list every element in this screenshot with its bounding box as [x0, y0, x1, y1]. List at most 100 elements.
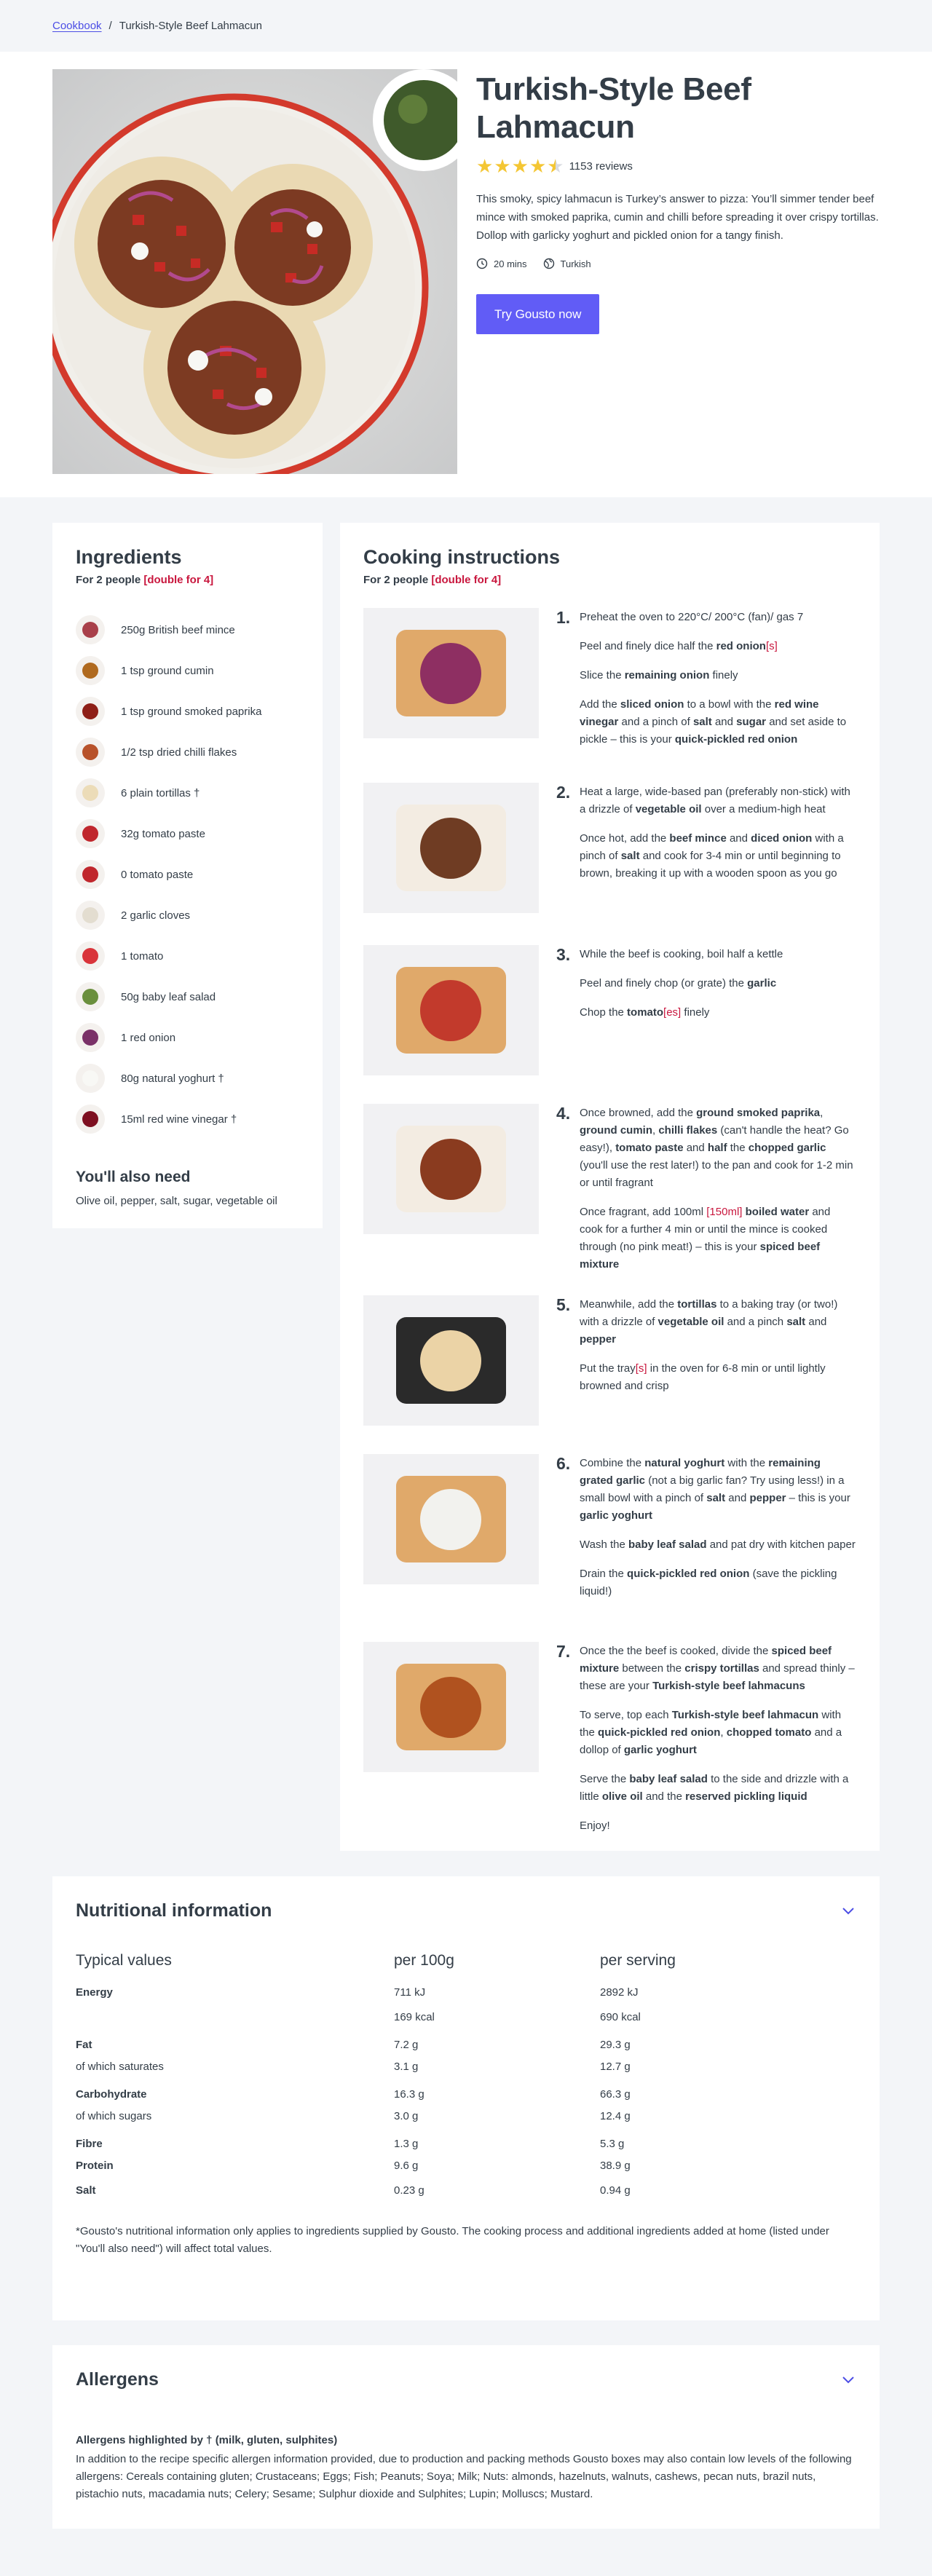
- double-quantity: [150ml]: [706, 1206, 743, 1218]
- nutrition-per-100g: 3.0 g: [394, 2109, 419, 2122]
- step-paragraph: Preheat the oven to 220°C/ 200°C (fan)/ …: [580, 611, 804, 623]
- allergens-header[interactable]: Allergens: [76, 2367, 856, 2392]
- chevron-down-icon[interactable]: [840, 1903, 856, 1919]
- nutrition-row: of which sugars 3.0 g 12.4 g: [76, 2103, 856, 2128]
- ingredient-item: 0 tomato paste: [76, 854, 299, 895]
- step-number: 2.: [556, 783, 571, 802]
- ingredient-highlight: diced onion: [751, 832, 813, 845]
- step-number: 5.: [556, 1295, 571, 1314]
- step-body: While the beef is cooking, boil half a k…: [580, 945, 856, 1104]
- step-illustration: [363, 945, 539, 1075]
- nutrition-per-serving: 690 kcal: [600, 2010, 641, 2023]
- cuisine: Turkish: [543, 258, 591, 269]
- ingredient-highlight: salt: [692, 716, 712, 728]
- ingredient-swatch: [82, 989, 98, 1005]
- ingredient-highlight: sugar: [736, 716, 767, 728]
- ingredient-image: [76, 778, 105, 807]
- step-body: Meanwhile, add the tortillas to a baking…: [580, 1295, 856, 1454]
- nutrition-row: Fat 7.2 g 29.3 g: [76, 2029, 856, 2054]
- ingredient-highlight: salt: [786, 1316, 806, 1328]
- step-paragraph: To serve, top each Turkish-style beef la…: [580, 1709, 842, 1756]
- ingredient-item: 1 tsp ground cumin: [76, 650, 299, 691]
- header-per-100g: per 100g: [394, 1952, 454, 1969]
- nutrition-note: *Gousto's nutritional information only a…: [76, 2225, 829, 2255]
- step-paragraph: Meanwhile, add the tortillas to a baking…: [580, 1298, 838, 1346]
- recipe-photo-illustration: [52, 69, 457, 474]
- ingredient-highlight: beef mince: [669, 832, 727, 845]
- nutrition-label: Fibre: [76, 2137, 103, 2150]
- chevron-down-icon[interactable]: [840, 2371, 856, 2387]
- nutrition-header[interactable]: Nutritional information: [76, 1898, 856, 1923]
- step-paragraph: Peel and finely dice half the red onion[…: [580, 640, 778, 652]
- star-half-icon: ★: [547, 155, 564, 177]
- nutrition-per-serving: 12.7 g: [600, 2060, 631, 2073]
- step-paragraph: Wash the baby leaf salad and pat dry wit…: [580, 1538, 856, 1551]
- ingredient-highlight: boiled water: [745, 1206, 810, 1218]
- step-number: 3.: [556, 945, 571, 964]
- cuisine-value: Turkish: [560, 258, 591, 269]
- ingredient-item: 6 plain tortillas †: [76, 773, 299, 813]
- ingredient-name: 250g British beef mince: [121, 623, 235, 636]
- ingredient-name: 32g tomato paste: [121, 827, 205, 840]
- nutrition-per-100g: 9.6 g: [394, 2159, 419, 2172]
- cook-time-value: 20 mins: [494, 258, 527, 269]
- ingredient-highlight: quick-pickled red onion: [627, 1568, 750, 1580]
- nutrition-card: Nutritional information Typical values p…: [52, 1876, 880, 2320]
- nutrition-per-100g: 7.2 g: [394, 2038, 419, 2051]
- ingredient-image: [76, 901, 105, 930]
- ingredient-highlight: spiced beef mixture: [580, 1241, 821, 1271]
- ingredient-image: [76, 819, 105, 848]
- nutrition-row: Energy 711 kJ 2892 kJ: [76, 1980, 856, 2004]
- instruction-step: 3. While the beef is cooking, boil half a…: [363, 945, 856, 1104]
- recipe-info: Turkish-Style Beef Lahmacun ★ ★ ★ ★ ★ 11…: [476, 69, 884, 480]
- ingredient-item: 1/2 tsp dried chilli flakes: [76, 732, 299, 773]
- nutrition-row: of which saturates 3.1 g 12.7 g: [76, 2054, 856, 2079]
- review-count[interactable]: 1153 reviews: [569, 160, 633, 173]
- ingredient-item: 1 tsp ground smoked paprika: [76, 691, 299, 732]
- ingredient-name: 1/2 tsp dried chilli flakes: [121, 746, 237, 759]
- ingredient-image: [76, 860, 105, 889]
- breadcrumb-cookbook-link[interactable]: Cookbook: [52, 20, 102, 32]
- ingredient-item: 32g tomato paste: [76, 813, 299, 854]
- ingredient-highlight: salt: [620, 850, 640, 862]
- step-body: Heat a large, wide-based pan (preferably…: [580, 783, 856, 945]
- ingredient-highlight: olive oil: [601, 1790, 643, 1803]
- nutrition-header-row: Typical values per 100g per serving: [76, 1952, 856, 1980]
- ingredient-highlight: red onion: [716, 640, 766, 652]
- step-image: [363, 1295, 539, 1426]
- step-list: 1. Preheat the oven to 220°C/ 200°C (fan)…: [363, 608, 856, 1846]
- allergens-highlight: Allergens highlighted by † (milk, gluten…: [76, 2434, 338, 2446]
- ingredient-swatch: [82, 948, 98, 964]
- star-icon: ★: [494, 155, 511, 177]
- ingredient-name: 1 tomato: [121, 949, 164, 963]
- recipe-hero: Turkish-Style Beef Lahmacun ★ ★ ★ ★ ★ 11…: [0, 52, 932, 497]
- step-paragraph: Enjoy!: [580, 1820, 610, 1832]
- nutrition-per-100g: 0.23 g: [394, 2184, 424, 2197]
- recipe-title: Turkish-Style Beef Lahmacun: [476, 71, 751, 145]
- step-body: Preheat the oven to 220°C/ 200°C (fan)/ …: [580, 608, 856, 783]
- step-paragraph: Drain the quick-pickled red onion (save …: [580, 1568, 837, 1597]
- ingredient-highlight: half: [707, 1142, 727, 1154]
- nutrition-row: Fibre 1.3 g 5.3 g: [76, 2128, 856, 2153]
- ingredient-highlight: ground smoked paprika: [696, 1107, 821, 1119]
- ingredient-highlight: sliced onion: [620, 698, 684, 711]
- nutrition-per-100g: 169 kcal: [394, 2010, 435, 2023]
- ingredient-name: 15ml red wine vinegar †: [121, 1113, 237, 1126]
- step-image: [363, 608, 539, 738]
- try-gousto-button[interactable]: Try Gousto now: [476, 294, 600, 334]
- nutrition-per-100g: 711 kJ: [394, 1986, 426, 1999]
- ingredient-swatch: [82, 826, 98, 842]
- ingredient-swatch: [82, 1070, 98, 1086]
- clock-icon: [476, 258, 488, 269]
- servings-text: For 2 people: [76, 574, 144, 586]
- ingredient-item: 15ml red wine vinegar †: [76, 1099, 299, 1139]
- ingredient-highlight: natural yoghurt: [644, 1457, 725, 1469]
- instruction-step: 5. Meanwhile, add the tortillas to a baki…: [363, 1295, 856, 1454]
- ingredient-swatch: [82, 785, 98, 801]
- ingredient-highlight: remaining onion: [624, 669, 710, 681]
- header-typical-values: Typical values: [76, 1952, 172, 1969]
- ingredient-highlight: baby leaf salad: [629, 1773, 708, 1785]
- ingredient-highlight: ground cumin: [580, 1124, 652, 1137]
- step-body: Once browned, add the ground smoked papr…: [580, 1104, 856, 1295]
- nutrition-label: Fat: [76, 2038, 92, 2051]
